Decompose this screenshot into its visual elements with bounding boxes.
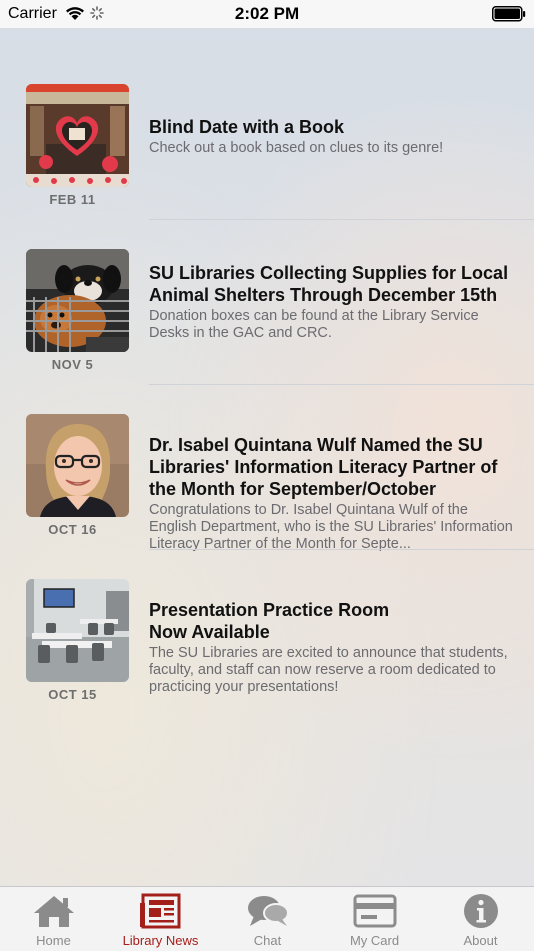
news-thumbnail-room — [26, 579, 129, 682]
tab-label: Library News — [122, 933, 199, 948]
chat-icon — [247, 896, 289, 926]
tab-bar: Home Library News Chat My Card About — [0, 886, 534, 951]
home-icon — [33, 896, 74, 927]
news-description: The SU Libraries are excited to announce… — [149, 645, 508, 695]
news-title: Blind Date with a Book — [149, 117, 345, 137]
tab-label: Chat — [253, 933, 282, 948]
tab-about[interactable]: About — [427, 887, 534, 951]
card-icon — [353, 894, 396, 928]
news-description: Check out a book based on clues to its g… — [149, 140, 444, 156]
tab-home[interactable]: Home — [0, 887, 107, 951]
tab-chat[interactable]: Chat — [214, 887, 321, 951]
newspaper-icon — [139, 893, 180, 929]
news-thumbnail-portrait — [26, 414, 129, 517]
tab-label: My Card — [349, 933, 400, 948]
info-icon — [463, 894, 498, 928]
news-date: OCT 15 — [48, 687, 97, 702]
news-item-animal-shelters[interactable]: NOV 5 SU Libraries Collecting Supplies f… — [0, 193, 534, 385]
news-item-blind-date[interactable]: FEB 11 Blind Date with a Book Check out … — [0, 28, 534, 220]
news-title: Presentation Practice Room Now Available — [149, 600, 390, 642]
news-item-practice-room[interactable]: OCT 15 Presentation Practice Room Now Av… — [0, 523, 534, 702]
status-bar: Carrier 2:02 PM — [0, 0, 534, 28]
tab-my-card[interactable]: My Card — [321, 887, 428, 951]
news-thumbnail-valentine — [26, 84, 129, 187]
news-title: Dr. Isabel Quintana Wulf Named the SU Li… — [149, 435, 498, 499]
tab-label: Home — [36, 933, 71, 948]
news-title: SU Libraries Collecting Supplies for Loc… — [149, 263, 509, 305]
news-description: Donation boxes can be found at the Libra… — [149, 308, 479, 341]
battery-icon — [492, 6, 526, 22]
clock: 2:02 PM — [234, 4, 300, 23]
tab-library-news[interactable]: Library News — [107, 887, 214, 951]
news-item-literacy-partner[interactable]: OCT 16 Dr. Isabel Quintana Wulf Named th… — [0, 358, 534, 552]
tab-label: About — [463, 933, 498, 948]
news-thumbnail-puppies — [26, 249, 129, 352]
